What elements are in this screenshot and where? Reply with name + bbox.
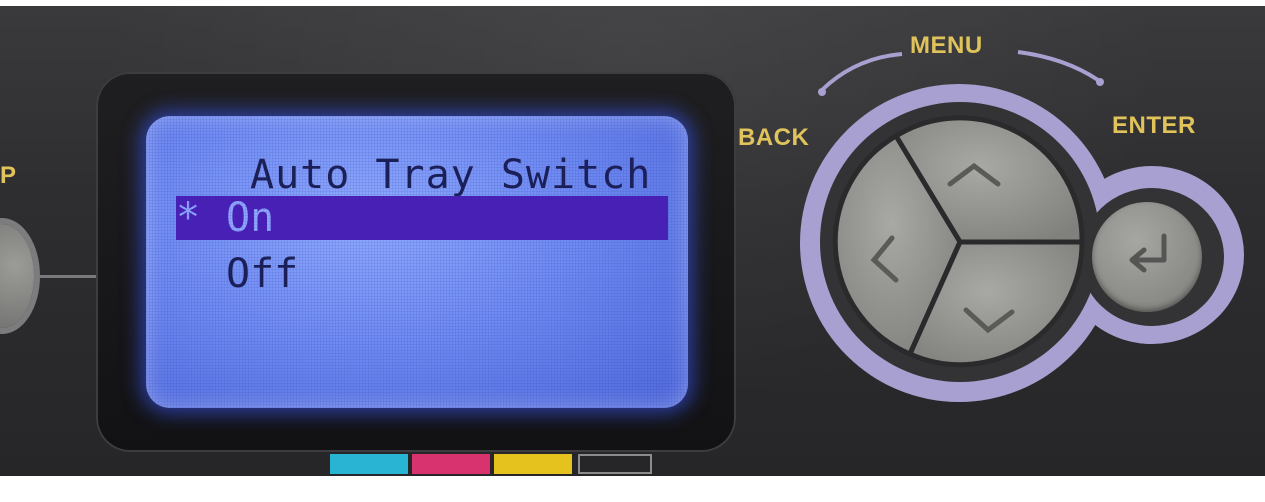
lcd-screen: Auto Tray Switch * On Off (146, 116, 688, 408)
enter-label: ENTER (1112, 112, 1196, 139)
stop-button-connector-line (40, 275, 96, 278)
toner-magenta-indicator (412, 454, 490, 474)
back-label: BACK (738, 124, 810, 151)
selected-marker: * (176, 195, 201, 241)
stop-button[interactable] (0, 224, 34, 328)
printer-control-panel: P Auto Tray Switch * On Off MENU BACK ENT… (0, 6, 1265, 476)
lcd-option-label: Off (226, 251, 299, 297)
enter-button[interactable] (1092, 202, 1202, 312)
menu-arc-dot-right (1096, 78, 1104, 86)
navigation-pad (832, 115, 1085, 368)
return-arrow-icon (1129, 233, 1167, 273)
lcd-option-off[interactable]: Off (176, 252, 668, 296)
menu-label: MENU (910, 32, 983, 59)
lcd-option-on[interactable]: * On (176, 196, 668, 240)
lcd-menu-title: Auto Tray Switch (250, 152, 652, 198)
menu-arc-left (820, 52, 903, 92)
toner-yellow-indicator (494, 454, 572, 474)
toner-black-indicator (578, 454, 652, 474)
menu-arc-right (1017, 50, 1100, 82)
menu-arc-dot-left (818, 88, 826, 96)
stop-button-label: P (0, 162, 17, 189)
lcd-option-label: On (226, 195, 275, 241)
toner-cyan-indicator (330, 454, 408, 474)
